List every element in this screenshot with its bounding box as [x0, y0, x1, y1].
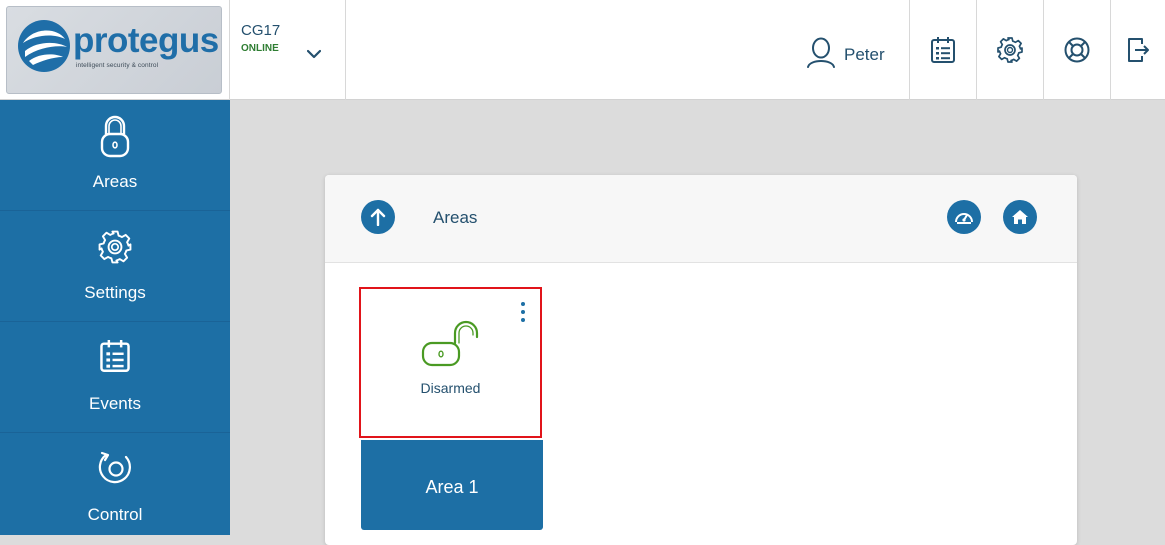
- top-bar: protegus intelligent security & control …: [0, 0, 1165, 100]
- logout-button[interactable]: [1110, 0, 1165, 100]
- help-button[interactable]: [1043, 0, 1110, 100]
- settings-button[interactable]: [976, 0, 1043, 100]
- device-name: CG17: [241, 22, 281, 39]
- sidebar-item-label: Settings: [84, 283, 146, 302]
- sidebar-item-events[interactable]: Events: [0, 322, 230, 433]
- sidebar-item-label: Areas: [92, 172, 138, 191]
- logo-area[interactable]: protegus intelligent security & control: [0, 0, 230, 100]
- home-icon: [1012, 210, 1028, 224]
- more-vertical-icon[interactable]: [518, 302, 528, 326]
- brand-tagline: intelligent security & control: [76, 62, 159, 69]
- sidebar: Areas Settings Events Control: [0, 100, 230, 535]
- sidebar-item-control[interactable]: Control: [0, 433, 230, 544]
- calendar-icon: [100, 340, 130, 372]
- brand-logo[interactable]: protegus intelligent security & control: [6, 6, 222, 94]
- chevron-down-icon[interactable]: [307, 49, 321, 59]
- panel-title: Areas: [433, 208, 478, 227]
- control-icon: [98, 451, 131, 484]
- lock-icon: [100, 115, 130, 158]
- area-name: Area 1: [425, 477, 479, 497]
- area-card[interactable]: Disarmed: [359, 287, 542, 438]
- sidebar-item-label: Events: [89, 394, 141, 413]
- user-icon: [807, 37, 835, 68]
- brand-name: protegus: [73, 21, 219, 60]
- device-status: ONLINE: [241, 43, 279, 54]
- area-name-bar[interactable]: Area 1: [361, 440, 543, 530]
- gear-icon: [98, 230, 132, 264]
- brand-logo-mark-icon: [18, 20, 70, 72]
- sidebar-item-settings[interactable]: Settings: [0, 211, 230, 322]
- dashboard-icon: [955, 213, 973, 224]
- back-button[interactable]: [361, 200, 395, 234]
- lifebuoy-icon: [1064, 37, 1090, 63]
- unlocked-padlock-icon: [421, 320, 479, 367]
- sidebar-item-areas[interactable]: Areas: [0, 100, 230, 211]
- device-selector[interactable]: CG17 ONLINE: [230, 0, 346, 100]
- area-status: Disarmed: [420, 380, 481, 396]
- sidebar-item-label: Control: [87, 505, 143, 524]
- user-menu[interactable]: Peter: [800, 0, 908, 100]
- dashboard-button[interactable]: [947, 200, 981, 234]
- gear-icon: [997, 37, 1023, 63]
- panel-header: Areas: [325, 175, 1077, 263]
- home-button[interactable]: [1003, 200, 1037, 234]
- user-name: Peter: [844, 45, 885, 64]
- events-button[interactable]: [909, 0, 976, 100]
- arrow-up-icon: [370, 208, 386, 226]
- calendar-icon: [931, 37, 955, 63]
- logout-icon: [1128, 38, 1149, 62]
